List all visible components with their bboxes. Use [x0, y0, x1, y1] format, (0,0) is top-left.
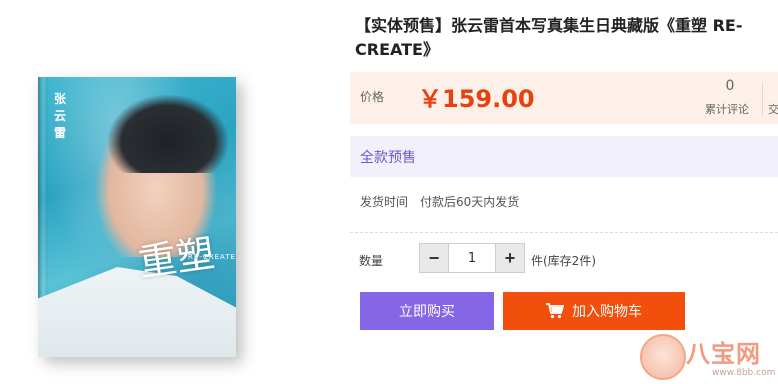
add-to-cart-button[interactable]: 加入购物车 — [503, 292, 685, 330]
cover-portrait-shirt — [38, 267, 236, 357]
buy-now-button[interactable]: 立即购买 — [360, 292, 494, 330]
product-image-area: 张云雷 重塑 RE-CREATE — [0, 0, 340, 384]
quantity-decrease-button[interactable]: − — [420, 244, 448, 272]
transaction-label-truncated: 交 — [768, 103, 778, 116]
price-panel: 价格 ￥159.00 0 累计评论 交 — [350, 72, 778, 124]
cover-subtitle: RE-CREATE — [188, 253, 236, 261]
quantity-stepper: − + — [419, 243, 525, 273]
cover-portrait-hair — [108, 95, 228, 173]
price-value: ￥159.00 — [418, 85, 535, 113]
stat-divider — [762, 82, 763, 116]
review-count[interactable]: 0 — [720, 78, 740, 94]
presale-header: 全款预售 — [350, 136, 778, 177]
price-label: 价格 — [360, 90, 385, 104]
presale-panel: 全款预售 发货时间 付款后60天内发货 — [350, 136, 778, 233]
product-cover-image[interactable]: 张云雷 重塑 RE-CREATE — [38, 77, 236, 357]
watermark-url: www.8bb.com — [712, 368, 776, 378]
watermark-text: 八宝网 — [686, 340, 761, 368]
site-watermark: 八宝网 www.8bb.com — [640, 328, 778, 384]
watermark-logo-icon — [640, 334, 686, 380]
quantity-input[interactable] — [448, 244, 496, 272]
product-title: 【实体预售】张云雷首本写真集生日典藏版《重塑 RE-CREATE》 — [355, 16, 743, 59]
cover-name-text: 张云雷 — [54, 92, 67, 140]
stock-info: 件(库存2件) — [531, 254, 596, 268]
ship-time-label: 发货时间 — [360, 195, 409, 209]
ship-time-value: 付款后60天内发货 — [420, 195, 520, 209]
quantity-label: 数量 — [359, 254, 384, 268]
add-to-cart-label: 加入购物车 — [572, 304, 642, 320]
shopping-cart-icon — [546, 303, 565, 319]
presale-title: 全款预售 — [360, 150, 416, 166]
quantity-increase-button[interactable]: + — [496, 244, 524, 272]
review-count-label[interactable]: 累计评论 — [705, 101, 749, 117]
